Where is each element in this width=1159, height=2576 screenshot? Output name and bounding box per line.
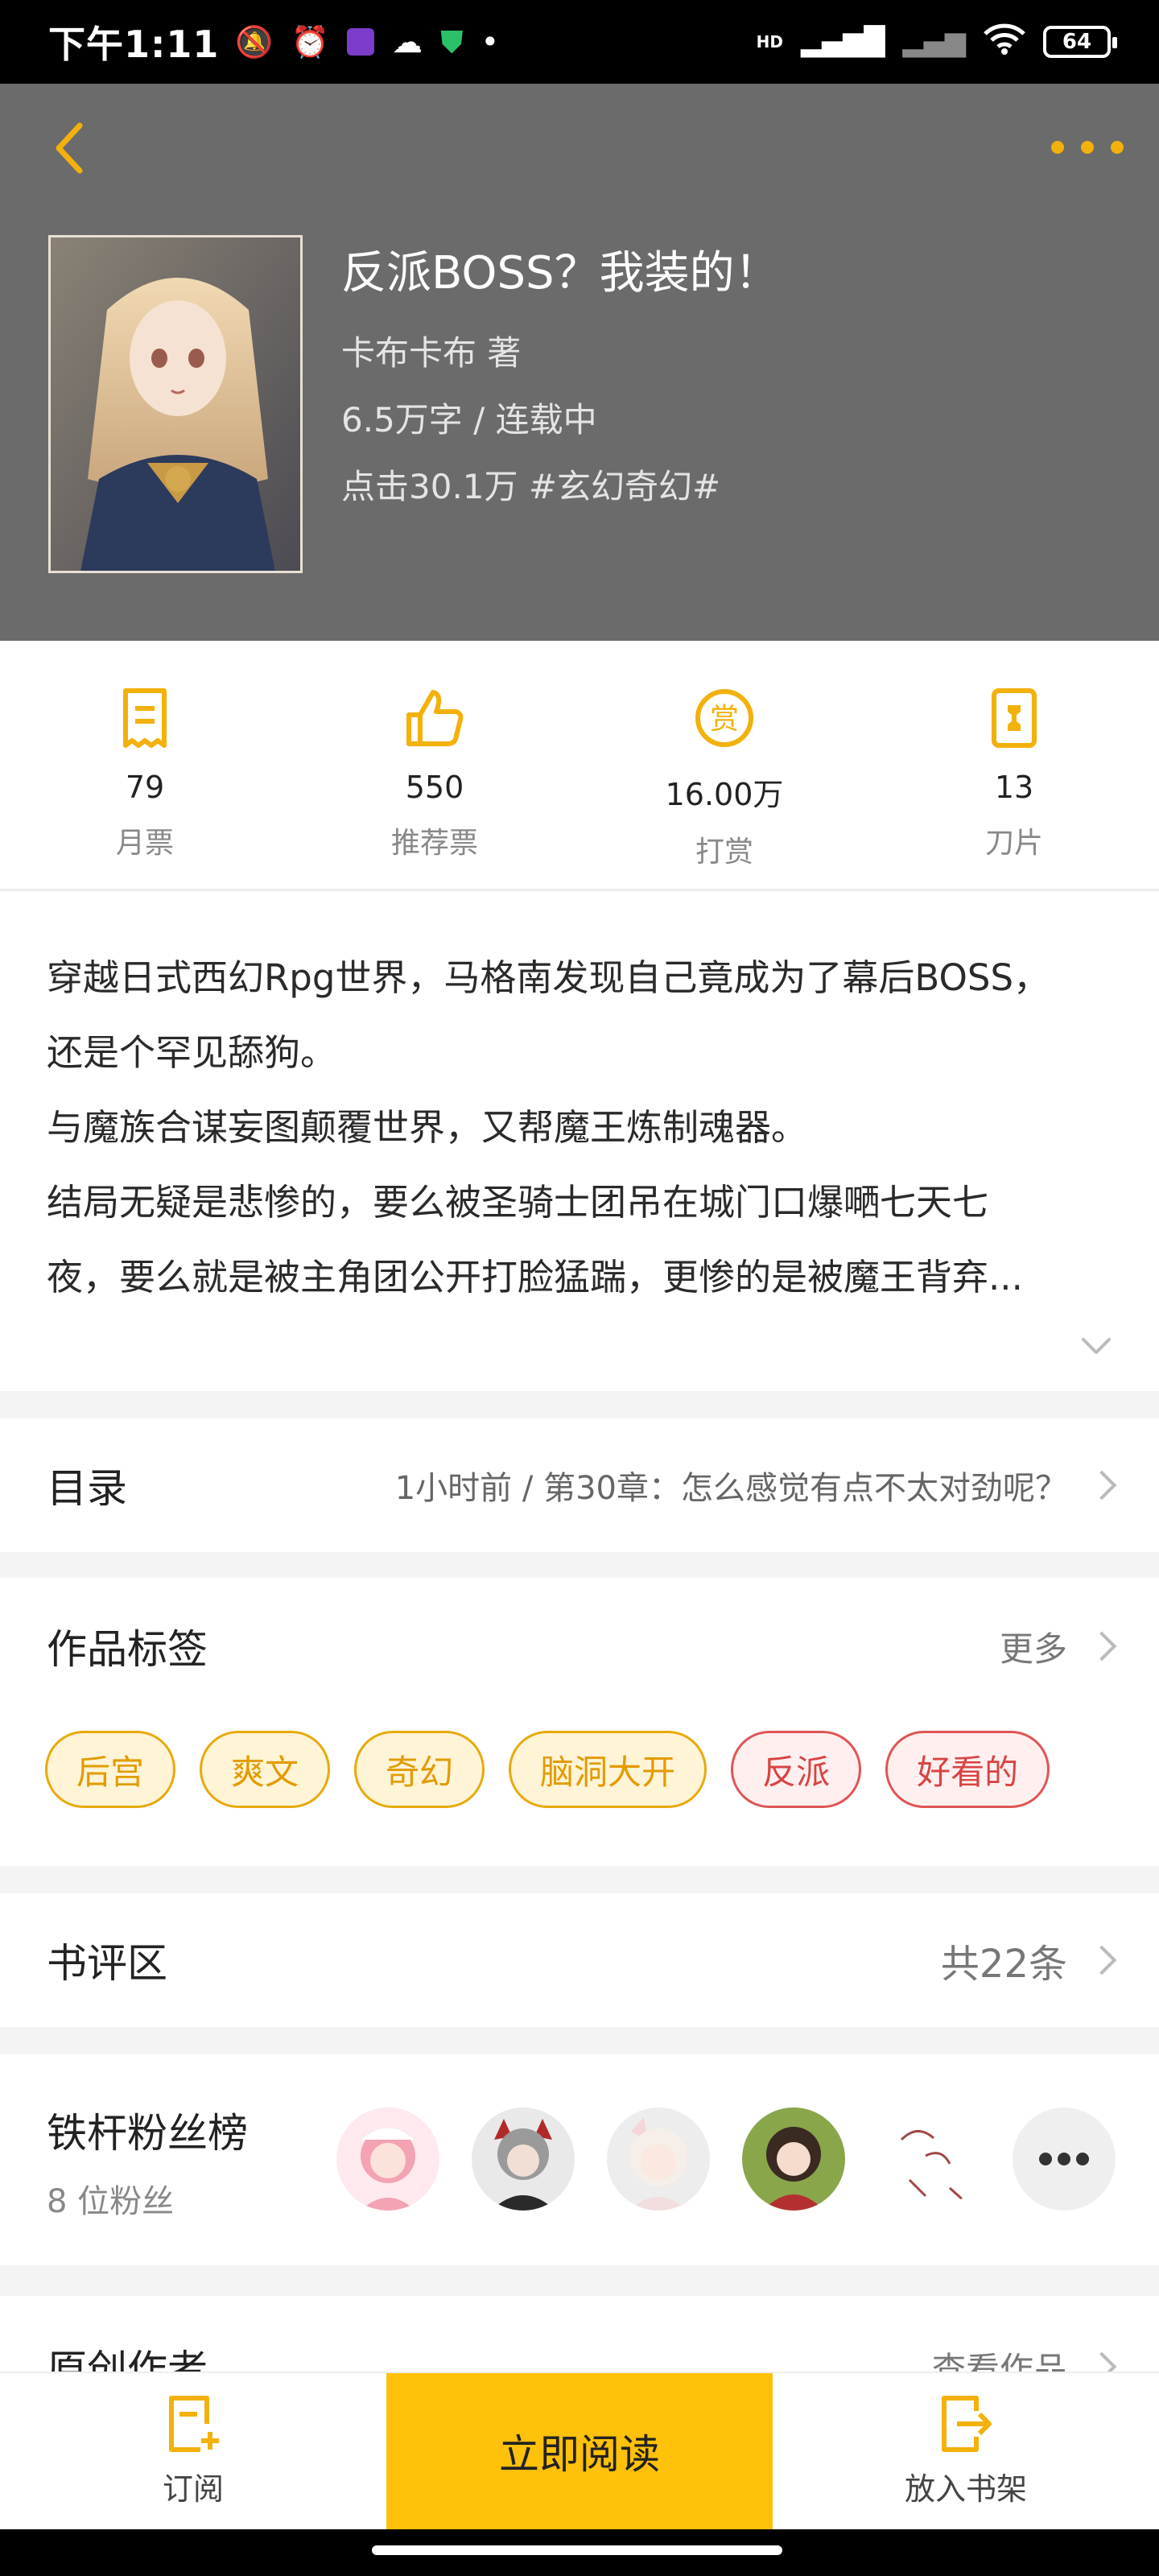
more-dot — [1058, 2153, 1070, 2165]
fans-title: 铁杆粉丝榜 — [47, 2110, 248, 2157]
more-dot — [1076, 2153, 1089, 2165]
tag-chip[interactable]: 反派 — [731, 1731, 862, 1808]
book-info: 反派BOSS？我装的！ 卡布卡布 著 6.5万字 / 连载中 点击30.1万 #… — [341, 237, 780, 526]
book-title: 反派BOSS？我装的！ — [341, 247, 780, 299]
stat-monthly-ticket[interactable]: 79 月票 — [0, 641, 290, 889]
dot-icon: • — [481, 24, 500, 60]
reviews-row[interactable]: 书评区 共22条 — [0, 1893, 1159, 2027]
stat-label: 刀片 — [984, 827, 1043, 860]
battery-icon: 64 — [1043, 26, 1117, 58]
stat-label: 月票 — [115, 827, 174, 860]
book-word-count: 6.5万字 / 连载中 — [341, 400, 597, 440]
description-line: 穿越日式西幻Rpg世界，马格南发现自己竟成为了幕后BOSS， — [47, 956, 1050, 999]
chevron-right-icon — [1087, 1631, 1117, 1662]
wifi-icon — [984, 23, 1025, 62]
chevron-left-icon — [56, 122, 83, 174]
alarm-icon: ⏰ — [291, 23, 330, 60]
more-dot — [1081, 141, 1094, 154]
latest-chapter: 1小时前 / 第30章：怎么感觉有点不太对劲呢？ — [394, 1470, 1067, 1507]
more-dot — [1051, 141, 1064, 154]
more-dot — [1111, 141, 1124, 154]
avatar[interactable] — [742, 2107, 845, 2211]
book-cover[interactable] — [48, 235, 303, 573]
mute-icon: 🔕 — [235, 23, 274, 60]
signal-icon: ▂▄▆█ — [800, 26, 885, 58]
tag-chip[interactable]: 好看的 — [885, 1731, 1050, 1808]
reward-coin-icon: 赏 — [692, 686, 757, 750]
read-now-button[interactable]: 立即阅读 — [386, 2373, 773, 2529]
weather-icon: ☁ — [392, 24, 423, 60]
blade-icon — [982, 686, 1046, 750]
app-notification-icon — [347, 28, 375, 56]
read-now-label: 立即阅读 — [499, 2431, 660, 2478]
subscribe-icon — [169, 2395, 219, 2452]
avatar[interactable] — [472, 2107, 575, 2211]
fans-count: 8 位粉丝 — [47, 2183, 175, 2220]
stat-blade[interactable]: 13 刀片 — [869, 641, 1159, 889]
subscribe-label: 订阅 — [162, 2471, 224, 2507]
catalog-row[interactable]: 目录 1小时前 / 第30章：怎么感觉有点不太对劲呢？ — [0, 1418, 1159, 1552]
reviews-count: 共22条 — [940, 1942, 1067, 1987]
book-description[interactable]: 穿越日式西幻Rpg世界，马格南发现自己竟成为了幕后BOSS， 还是个罕见舔狗。 … — [0, 892, 1159, 1391]
status-time: 下午1:11 — [48, 23, 220, 66]
more-dot — [1039, 2153, 1052, 2165]
back-button[interactable] — [40, 116, 97, 180]
avatar[interactable] — [607, 2107, 710, 2211]
tags-section: 作品标签 更多 后宫 爽文 奇幻 脑洞大开 反派 好看的 — [0, 1578, 1159, 1866]
tags-more-link[interactable]: 更多 — [999, 1622, 1117, 1671]
reviews-title: 书评区 — [47, 1940, 167, 1987]
catalog-title: 目录 — [47, 1465, 127, 1512]
tag-chip[interactable]: 爽文 — [200, 1731, 331, 1808]
stat-reward[interactable]: 赏 16.00万 打赏 — [580, 641, 869, 889]
description-line: 还是个罕见舔狗。 — [47, 1031, 337, 1074]
signal-off-icon: ▂▄▆ — [902, 26, 966, 58]
add-to-shelf-label: 放入书架 — [904, 2471, 1027, 2507]
description-line: 与魔族合谋妄图颠覆世界，又帮魔王炼制魂器。 — [47, 1106, 808, 1149]
book-author[interactable]: 卡布卡布 著 — [341, 326, 780, 375]
add-to-shelf-button[interactable]: 放入书架 — [773, 2373, 1159, 2529]
subscribe-button[interactable]: 订阅 — [0, 2373, 386, 2529]
avatar[interactable] — [877, 2107, 980, 2211]
stat-value: 16.00万 — [665, 777, 784, 812]
chevron-right-icon — [1087, 1945, 1117, 1975]
stat-recommend-ticket[interactable]: 550 推荐票 — [290, 641, 580, 889]
stat-label: 推荐票 — [390, 827, 478, 860]
stats-bar: 79 月票 550 推荐票 赏 16.00万 打赏 13 刀片 — [0, 641, 1159, 890]
status-bar: 下午1:11 🔕 ⏰ ☁ ⛊ • HD ▂▄▆█ ▂▄▆ 64 — [0, 0, 1159, 84]
add-to-shelf-icon — [942, 2395, 992, 2452]
tags-more-label: 更多 — [999, 1629, 1067, 1669]
tags-title: 作品标签 — [47, 1626, 208, 1673]
hd-label: HD — [756, 32, 783, 52]
ticket-icon — [113, 686, 177, 750]
chevron-right-icon — [1087, 1470, 1117, 1501]
more-options-button[interactable] — [1051, 127, 1124, 167]
book-header: 反派BOSS？我装的！ 卡布卡布 著 6.5万字 / 连载中 点击30.1万 #… — [0, 84, 1159, 641]
svg-text:赏: 赏 — [710, 703, 739, 736]
stat-value: 550 — [405, 770, 464, 805]
book-clicks-genre: 点击30.1万 #玄幻奇幻# — [341, 467, 721, 506]
bottom-action-bar: 订阅 立即阅读 放入书架 — [0, 2372, 1159, 2529]
fans-ranking[interactable]: 铁杆粉丝榜 8 位粉丝 — [0, 2054, 1159, 2265]
home-indicator[interactable] — [372, 2545, 782, 2555]
system-nav-area — [0, 2529, 1159, 2576]
tag-chip[interactable]: 脑洞大开 — [509, 1731, 707, 1808]
description-line: 结局无疑是悲惨的，要么被圣骑士团吊在城门口爆嗮七天七 — [47, 1181, 989, 1224]
description-line: 夜，要么就是被主角团公开打脸猛踹，更惨的是被魔王背弃... — [47, 1256, 1023, 1298]
cover-illustration — [51, 237, 300, 571]
stat-label: 打赏 — [695, 836, 753, 869]
tag-chip[interactable]: 后宫 — [45, 1731, 176, 1808]
stat-value: 13 — [994, 770, 1034, 805]
battery-level: 64 — [1062, 30, 1092, 54]
shield-icon: ⛊ — [440, 23, 464, 60]
avatar[interactable] — [336, 2107, 439, 2211]
chevron-down-icon[interactable] — [1080, 1336, 1112, 1359]
thumbs-up-icon — [402, 686, 467, 750]
more-fans-button[interactable] — [1013, 2107, 1116, 2211]
tag-chip[interactable]: 奇幻 — [354, 1731, 485, 1808]
stat-value: 79 — [125, 770, 165, 805]
